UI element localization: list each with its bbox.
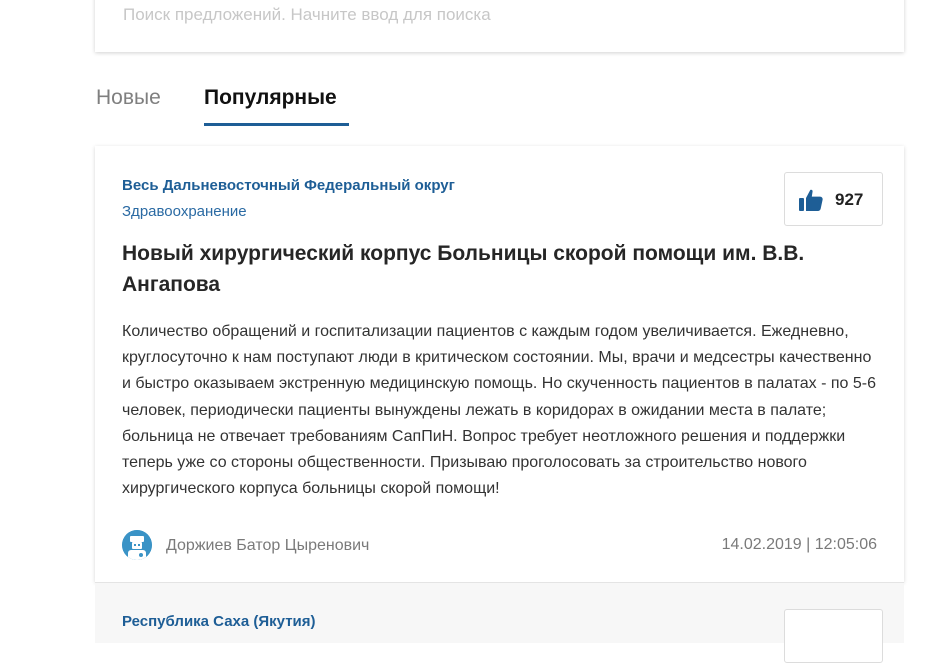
tab-new[interactable]: Новые [96, 86, 161, 110]
tab-popular[interactable]: Популярные [204, 86, 337, 110]
like-button[interactable]: 927 [784, 172, 883, 226]
search-input[interactable] [121, 2, 885, 28]
proposal-card: Республика Саха (Якутия) [95, 582, 904, 663]
proposal-card: Весь Дальневосточный Федеральный округ З… [95, 146, 904, 582]
like-button[interactable] [784, 609, 883, 663]
proposal-date: 14.02.2019 | 12:05:06 [721, 536, 877, 553]
proposal-category-link[interactable]: Здравоохранение [122, 203, 247, 220]
proposal-title[interactable]: Новый хирургический корпус Больницы скор… [122, 238, 872, 300]
thumbs-up-icon [799, 189, 823, 211]
author-name: Доржиев Батор Цыренович [166, 537, 370, 554]
active-tab-indicator [204, 123, 349, 126]
proposal-region-link[interactable]: Республика Саха (Якутия) [122, 613, 316, 630]
author-avatar [122, 530, 152, 560]
proposal-region-link[interactable]: Весь Дальневосточный Федеральный округ [122, 177, 455, 194]
user-avatar-icon [122, 530, 152, 560]
proposal-text: Количество обращений и госпитализации па… [122, 323, 876, 498]
search-card [95, 0, 904, 52]
like-count: 927 [835, 190, 864, 209]
